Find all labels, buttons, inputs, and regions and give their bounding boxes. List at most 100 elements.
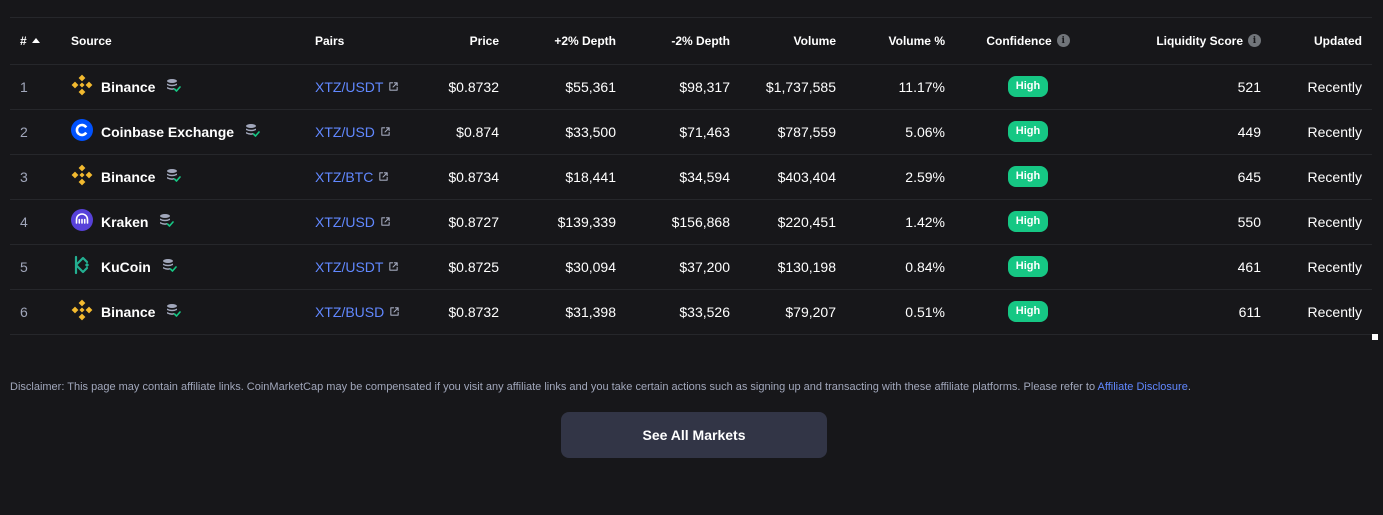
row-depth-minus: $98,317 [626, 64, 740, 110]
pair-link[interactable]: XTZ/BTC [315, 169, 389, 185]
scrollbar-thumb[interactable] [1372, 334, 1378, 340]
row-volume: $130,198 [740, 244, 846, 290]
row-pair[interactable]: XTZ/USDT [305, 64, 425, 110]
row-depth-plus: $139,339 [509, 199, 626, 245]
verified-reserves-icon[interactable] [163, 302, 182, 321]
exchange-name[interactable]: Binance [101, 304, 155, 320]
coinbase-logo-icon [71, 119, 93, 144]
row-price: $0.8732 [425, 289, 509, 335]
exchange-name[interactable]: Binance [101, 169, 155, 185]
header-volume[interactable]: Volume [740, 18, 846, 65]
row-price: $0.8727 [425, 199, 509, 245]
header-price[interactable]: Price [425, 18, 509, 65]
row-source[interactable]: Kraken [61, 199, 305, 245]
row-depth-plus: $55,361 [509, 64, 626, 110]
verified-reserves-icon[interactable] [163, 167, 182, 186]
row-price: $0.8732 [425, 64, 509, 110]
row-liquidity: 461 [1101, 244, 1271, 290]
row-depth-plus: $30,094 [509, 244, 626, 290]
confidence-badge: High [1007, 211, 1049, 232]
row-volume-pct: 5.06% [846, 109, 955, 155]
sort-up-icon [31, 38, 40, 44]
external-link-icon [380, 214, 391, 230]
row-confidence: High [955, 289, 1101, 335]
verified-reserves-icon[interactable] [159, 257, 177, 276]
info-icon[interactable]: i [1056, 34, 1070, 48]
confidence-badge: High [1007, 166, 1049, 187]
external-link-icon [378, 169, 389, 185]
see-all-markets-button[interactable]: See All Markets [561, 412, 827, 458]
row-depth-minus: $34,594 [626, 154, 740, 200]
header-source[interactable]: Source [61, 18, 305, 65]
row-source[interactable]: Binance [61, 154, 305, 200]
row-price: $0.8734 [425, 154, 509, 200]
row-rank: 2 [10, 109, 61, 155]
markets-page: # Source Pairs Price +2% Depth -2% Depth… [0, 0, 1383, 515]
row-depth-minus: $156,868 [626, 199, 740, 245]
exchange-name[interactable]: Binance [101, 79, 155, 95]
table-row[interactable]: 6 Binance XTZ/BUSD $0.8732 $31,398 $33,5… [10, 289, 1372, 335]
row-pair[interactable]: XTZ/BTC [305, 154, 425, 200]
exchange-name[interactable]: Kraken [101, 214, 148, 230]
row-rank: 4 [10, 199, 61, 245]
row-source[interactable]: Binance [61, 289, 305, 335]
row-updated: Recently [1271, 244, 1372, 290]
kucoin-logo-icon [71, 254, 93, 279]
row-depth-plus: $33,500 [509, 109, 626, 155]
info-icon[interactable]: i [1248, 34, 1261, 48]
row-rank: 6 [10, 289, 61, 335]
verified-reserves-icon[interactable] [156, 212, 175, 231]
pair-link[interactable]: XTZ/USD [315, 214, 391, 230]
row-depth-plus: $31,398 [509, 289, 626, 335]
markets-table: # Source Pairs Price +2% Depth -2% Depth… [10, 18, 1372, 335]
row-source[interactable]: Coinbase Exchange [61, 109, 305, 155]
table-row[interactable]: 5 KuCoin XTZ/USDT $0.8725 $30,094 $37,20… [10, 244, 1372, 290]
row-source[interactable]: KuCoin [61, 244, 305, 290]
pair-link[interactable]: XTZ/USD [315, 124, 391, 140]
header-depth-plus[interactable]: +2% Depth [509, 18, 626, 65]
verified-reserves-icon[interactable] [242, 122, 260, 141]
header-rank[interactable]: # [10, 18, 61, 65]
row-pair[interactable]: XTZ/USD [305, 109, 425, 155]
row-liquidity: 521 [1101, 64, 1271, 110]
row-pair[interactable]: XTZ/BUSD [305, 289, 425, 335]
pair-link[interactable]: XTZ/USDT [315, 259, 399, 275]
confidence-badge: High [1007, 256, 1049, 277]
binance-logo-icon [71, 299, 93, 324]
header-liquidity[interactable]: Liquidity Score i [1101, 18, 1271, 65]
table-row[interactable]: 1 Binance XTZ/USDT $0.8732 $55,361 $98,3… [10, 64, 1372, 110]
row-liquidity: 449 [1101, 109, 1271, 155]
table-row[interactable]: 3 Binance XTZ/BTC $0.8734 $18,441 $34,59… [10, 154, 1372, 200]
verified-reserves-icon[interactable] [163, 77, 182, 96]
binance-logo-icon [71, 74, 93, 99]
row-volume: $79,207 [740, 289, 846, 335]
row-volume: $220,451 [740, 199, 846, 245]
row-liquidity: 611 [1101, 289, 1271, 335]
table-row[interactable]: 2 Coinbase Exchange XTZ/USD $0.874 $33,5… [10, 109, 1372, 155]
pair-link[interactable]: XTZ/BUSD [315, 304, 400, 320]
external-link-icon [380, 124, 391, 140]
header-confidence[interactable]: Confidence i [955, 18, 1101, 65]
affiliate-disclosure-link[interactable]: Affiliate Disclosure [1098, 381, 1188, 393]
row-rank: 3 [10, 154, 61, 200]
row-price: $0.8725 [425, 244, 509, 290]
header-volume-pct[interactable]: Volume % [846, 18, 955, 65]
header-pairs[interactable]: Pairs [305, 18, 425, 65]
row-volume-pct: 0.51% [846, 289, 955, 335]
row-source[interactable]: Binance [61, 64, 305, 110]
external-link-icon [388, 79, 399, 95]
table-header-row: # Source Pairs Price +2% Depth -2% Depth… [10, 18, 1372, 65]
exchange-name[interactable]: Coinbase Exchange [101, 124, 234, 140]
row-confidence: High [955, 64, 1101, 110]
pair-link[interactable]: XTZ/USDT [315, 79, 399, 95]
row-depth-minus: $33,526 [626, 289, 740, 335]
row-pair[interactable]: XTZ/USDT [305, 244, 425, 290]
row-confidence: High [955, 244, 1101, 290]
exchange-name[interactable]: KuCoin [101, 259, 151, 275]
row-volume: $1,737,585 [740, 64, 846, 110]
header-depth-minus[interactable]: -2% Depth [626, 18, 740, 65]
header-updated[interactable]: Updated [1271, 18, 1372, 65]
row-pair[interactable]: XTZ/USD [305, 199, 425, 245]
row-updated: Recently [1271, 109, 1372, 155]
table-row[interactable]: 4 Kraken XTZ/USD $0.8727 $139,339 $156,8… [10, 199, 1372, 245]
